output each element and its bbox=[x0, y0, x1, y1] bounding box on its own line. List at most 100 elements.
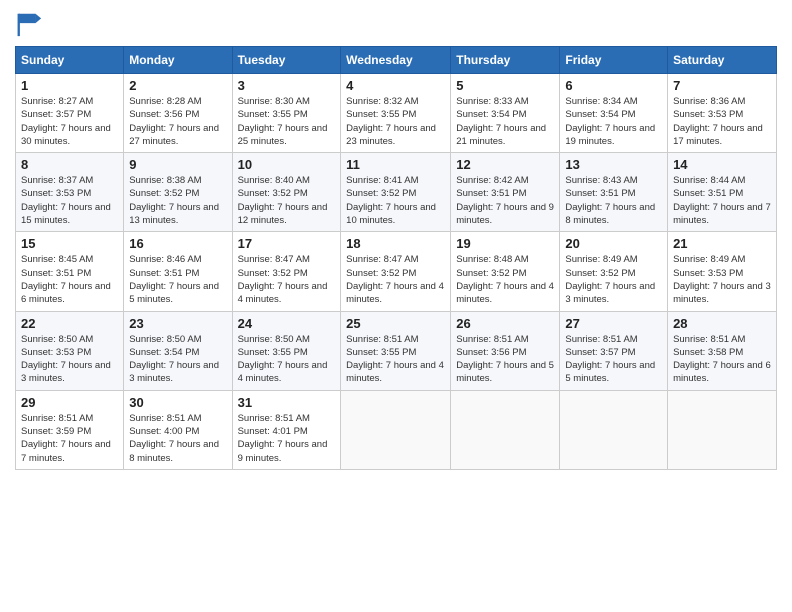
cell-text: Sunrise: 8:48 AMSunset: 3:52 PMDaylight:… bbox=[456, 254, 554, 305]
day-number: 9 bbox=[129, 157, 226, 172]
day-number: 21 bbox=[673, 236, 771, 251]
header-row: SundayMondayTuesdayWednesdayThursdayFrid… bbox=[16, 47, 777, 74]
day-number: 10 bbox=[238, 157, 336, 172]
day-number: 22 bbox=[21, 316, 118, 331]
cal-cell: 10 Sunrise: 8:40 AMSunset: 3:52 PMDaylig… bbox=[232, 153, 341, 232]
cal-cell: 17 Sunrise: 8:47 AMSunset: 3:52 PMDaylig… bbox=[232, 232, 341, 311]
cell-text: Sunrise: 8:30 AMSunset: 3:55 PMDaylight:… bbox=[238, 96, 328, 147]
cell-text: Sunrise: 8:42 AMSunset: 3:51 PMDaylight:… bbox=[456, 175, 554, 226]
col-header-friday: Friday bbox=[560, 47, 668, 74]
day-number: 20 bbox=[565, 236, 662, 251]
cell-text: Sunrise: 8:41 AMSunset: 3:52 PMDaylight:… bbox=[346, 175, 436, 226]
cal-cell: 28 Sunrise: 8:51 AMSunset: 3:58 PMDaylig… bbox=[668, 311, 777, 390]
cell-text: Sunrise: 8:49 AMSunset: 3:53 PMDaylight:… bbox=[673, 254, 771, 305]
week-row-1: 1 Sunrise: 8:27 AMSunset: 3:57 PMDayligh… bbox=[16, 74, 777, 153]
cell-text: Sunrise: 8:37 AMSunset: 3:53 PMDaylight:… bbox=[21, 175, 111, 226]
cal-cell bbox=[341, 390, 451, 469]
day-number: 4 bbox=[346, 78, 445, 93]
cal-cell bbox=[668, 390, 777, 469]
cal-cell bbox=[451, 390, 560, 469]
cal-cell: 21 Sunrise: 8:49 AMSunset: 3:53 PMDaylig… bbox=[668, 232, 777, 311]
cal-cell: 18 Sunrise: 8:47 AMSunset: 3:52 PMDaylig… bbox=[341, 232, 451, 311]
header bbox=[15, 10, 777, 38]
day-number: 19 bbox=[456, 236, 554, 251]
col-header-sunday: Sunday bbox=[16, 47, 124, 74]
cal-cell: 31 Sunrise: 8:51 AMSunset: 4:01 PMDaylig… bbox=[232, 390, 341, 469]
cell-text: Sunrise: 8:51 AMSunset: 3:55 PMDaylight:… bbox=[346, 334, 444, 385]
col-header-thursday: Thursday bbox=[451, 47, 560, 74]
day-number: 17 bbox=[238, 236, 336, 251]
cell-text: Sunrise: 8:51 AMSunset: 3:58 PMDaylight:… bbox=[673, 334, 771, 385]
cell-text: Sunrise: 8:43 AMSunset: 3:51 PMDaylight:… bbox=[565, 175, 655, 226]
cell-text: Sunrise: 8:32 AMSunset: 3:55 PMDaylight:… bbox=[346, 96, 436, 147]
cal-cell: 12 Sunrise: 8:42 AMSunset: 3:51 PMDaylig… bbox=[451, 153, 560, 232]
cal-cell: 16 Sunrise: 8:46 AMSunset: 3:51 PMDaylig… bbox=[124, 232, 232, 311]
cal-cell: 13 Sunrise: 8:43 AMSunset: 3:51 PMDaylig… bbox=[560, 153, 668, 232]
cal-cell: 5 Sunrise: 8:33 AMSunset: 3:54 PMDayligh… bbox=[451, 74, 560, 153]
logo bbox=[15, 10, 47, 38]
day-number: 16 bbox=[129, 236, 226, 251]
cal-cell: 26 Sunrise: 8:51 AMSunset: 3:56 PMDaylig… bbox=[451, 311, 560, 390]
day-number: 12 bbox=[456, 157, 554, 172]
cell-text: Sunrise: 8:50 AMSunset: 3:53 PMDaylight:… bbox=[21, 334, 111, 385]
cal-cell: 20 Sunrise: 8:49 AMSunset: 3:52 PMDaylig… bbox=[560, 232, 668, 311]
cell-text: Sunrise: 8:34 AMSunset: 3:54 PMDaylight:… bbox=[565, 96, 655, 147]
day-number: 2 bbox=[129, 78, 226, 93]
cell-text: Sunrise: 8:49 AMSunset: 3:52 PMDaylight:… bbox=[565, 254, 655, 305]
cell-text: Sunrise: 8:47 AMSunset: 3:52 PMDaylight:… bbox=[238, 254, 328, 305]
day-number: 7 bbox=[673, 78, 771, 93]
cell-text: Sunrise: 8:51 AMSunset: 3:57 PMDaylight:… bbox=[565, 334, 655, 385]
day-number: 28 bbox=[673, 316, 771, 331]
cell-text: Sunrise: 8:47 AMSunset: 3:52 PMDaylight:… bbox=[346, 254, 444, 305]
day-number: 6 bbox=[565, 78, 662, 93]
cell-text: Sunrise: 8:51 AMSunset: 3:59 PMDaylight:… bbox=[21, 413, 111, 464]
day-number: 15 bbox=[21, 236, 118, 251]
day-number: 3 bbox=[238, 78, 336, 93]
cal-cell: 2 Sunrise: 8:28 AMSunset: 3:56 PMDayligh… bbox=[124, 74, 232, 153]
cal-cell: 25 Sunrise: 8:51 AMSunset: 3:55 PMDaylig… bbox=[341, 311, 451, 390]
cal-cell: 15 Sunrise: 8:45 AMSunset: 3:51 PMDaylig… bbox=[16, 232, 124, 311]
cell-text: Sunrise: 8:44 AMSunset: 3:51 PMDaylight:… bbox=[673, 175, 771, 226]
cal-cell: 1 Sunrise: 8:27 AMSunset: 3:57 PMDayligh… bbox=[16, 74, 124, 153]
day-number: 8 bbox=[21, 157, 118, 172]
cal-cell: 19 Sunrise: 8:48 AMSunset: 3:52 PMDaylig… bbox=[451, 232, 560, 311]
day-number: 5 bbox=[456, 78, 554, 93]
cal-cell: 14 Sunrise: 8:44 AMSunset: 3:51 PMDaylig… bbox=[668, 153, 777, 232]
week-row-5: 29 Sunrise: 8:51 AMSunset: 3:59 PMDaylig… bbox=[16, 390, 777, 469]
day-number: 14 bbox=[673, 157, 771, 172]
day-number: 25 bbox=[346, 316, 445, 331]
cal-cell: 7 Sunrise: 8:36 AMSunset: 3:53 PMDayligh… bbox=[668, 74, 777, 153]
cal-cell: 29 Sunrise: 8:51 AMSunset: 3:59 PMDaylig… bbox=[16, 390, 124, 469]
cell-text: Sunrise: 8:36 AMSunset: 3:53 PMDaylight:… bbox=[673, 96, 763, 147]
week-row-2: 8 Sunrise: 8:37 AMSunset: 3:53 PMDayligh… bbox=[16, 153, 777, 232]
col-header-wednesday: Wednesday bbox=[341, 47, 451, 74]
day-number: 31 bbox=[238, 395, 336, 410]
logo-icon bbox=[15, 10, 43, 38]
day-number: 27 bbox=[565, 316, 662, 331]
col-header-monday: Monday bbox=[124, 47, 232, 74]
col-header-saturday: Saturday bbox=[668, 47, 777, 74]
cal-cell: 27 Sunrise: 8:51 AMSunset: 3:57 PMDaylig… bbox=[560, 311, 668, 390]
day-number: 13 bbox=[565, 157, 662, 172]
day-number: 29 bbox=[21, 395, 118, 410]
col-header-tuesday: Tuesday bbox=[232, 47, 341, 74]
cal-cell: 23 Sunrise: 8:50 AMSunset: 3:54 PMDaylig… bbox=[124, 311, 232, 390]
cell-text: Sunrise: 8:38 AMSunset: 3:52 PMDaylight:… bbox=[129, 175, 219, 226]
week-row-3: 15 Sunrise: 8:45 AMSunset: 3:51 PMDaylig… bbox=[16, 232, 777, 311]
cell-text: Sunrise: 8:50 AMSunset: 3:55 PMDaylight:… bbox=[238, 334, 328, 385]
cell-text: Sunrise: 8:46 AMSunset: 3:51 PMDaylight:… bbox=[129, 254, 219, 305]
page: SundayMondayTuesdayWednesdayThursdayFrid… bbox=[0, 0, 792, 612]
cell-text: Sunrise: 8:33 AMSunset: 3:54 PMDaylight:… bbox=[456, 96, 546, 147]
cell-text: Sunrise: 8:28 AMSunset: 3:56 PMDaylight:… bbox=[129, 96, 219, 147]
day-number: 24 bbox=[238, 316, 336, 331]
day-number: 23 bbox=[129, 316, 226, 331]
cal-cell: 6 Sunrise: 8:34 AMSunset: 3:54 PMDayligh… bbox=[560, 74, 668, 153]
cal-cell: 24 Sunrise: 8:50 AMSunset: 3:55 PMDaylig… bbox=[232, 311, 341, 390]
cal-cell: 22 Sunrise: 8:50 AMSunset: 3:53 PMDaylig… bbox=[16, 311, 124, 390]
day-number: 1 bbox=[21, 78, 118, 93]
day-number: 26 bbox=[456, 316, 554, 331]
cal-cell: 11 Sunrise: 8:41 AMSunset: 3:52 PMDaylig… bbox=[341, 153, 451, 232]
cal-cell: 3 Sunrise: 8:30 AMSunset: 3:55 PMDayligh… bbox=[232, 74, 341, 153]
cell-text: Sunrise: 8:51 AMSunset: 4:00 PMDaylight:… bbox=[129, 413, 219, 464]
cell-text: Sunrise: 8:40 AMSunset: 3:52 PMDaylight:… bbox=[238, 175, 328, 226]
